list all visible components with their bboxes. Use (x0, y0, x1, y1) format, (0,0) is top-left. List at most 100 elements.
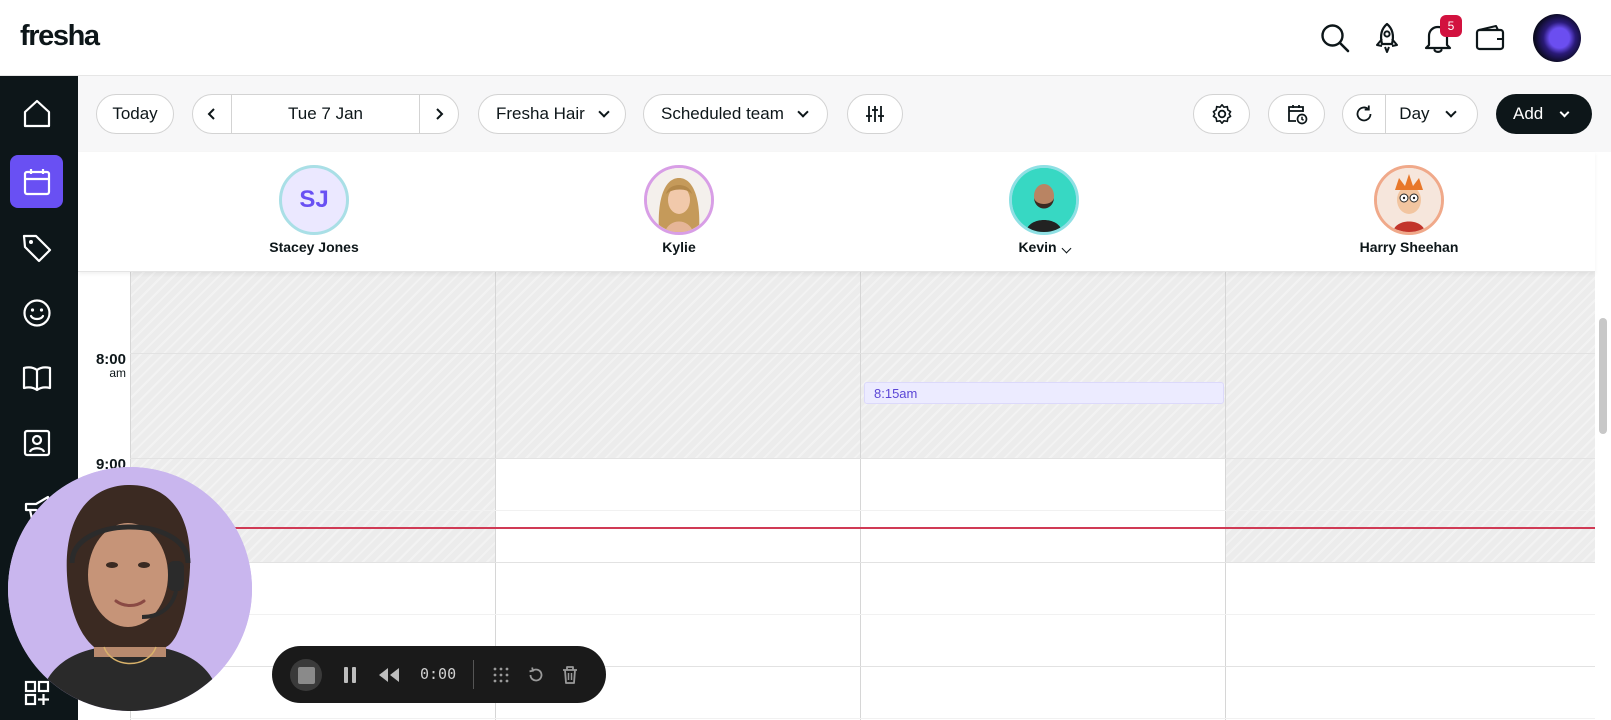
refresh-button[interactable] (1343, 95, 1387, 133)
clients-smile-icon (22, 298, 51, 327)
notification-badge: 5 (1440, 15, 1462, 37)
calendar-icon (23, 168, 50, 195)
current-time-line (130, 527, 1595, 529)
date-navigator: Tue 7 Jan (192, 94, 459, 134)
sliders-icon (866, 106, 884, 122)
staff-column-header[interactable]: Kevin (944, 165, 1144, 255)
pause-button[interactable] (340, 663, 360, 687)
home-icon (23, 99, 50, 127)
view-label: Day (1399, 104, 1430, 123)
chevron-down-icon (797, 106, 809, 118)
app-root: fresha 5 Today Tue 7 Jan Fresha Hair Sch… (0, 0, 1611, 720)
chevron-down-icon[interactable] (1061, 243, 1072, 254)
fresha-logo[interactable]: fresha (20, 20, 100, 53)
team-contact-icon (23, 429, 50, 456)
staff-name: Kevin (944, 239, 1144, 255)
restart-icon (529, 667, 543, 682)
appointment-time: 8:15am (874, 386, 918, 401)
gear-icon (1212, 104, 1231, 124)
team-select[interactable]: Scheduled team (643, 94, 828, 134)
current-date-label: Tue 7 Jan (288, 104, 363, 123)
sidebar-item-sales[interactable] (10, 221, 63, 274)
view-select[interactable]: Day (1386, 95, 1477, 133)
rewind-button[interactable] (376, 663, 402, 687)
staff-header-row: SJ Stacey Jones Kylie Kevin Harry Sheeha… (78, 152, 1595, 272)
calendar-clock-icon (1287, 105, 1307, 125)
avatar (1009, 165, 1079, 235)
settings-button[interactable] (1193, 94, 1250, 134)
staff-column[interactable] (860, 272, 1225, 720)
refresh-icon (1356, 105, 1372, 122)
staff-name: Harry Sheehan (1359, 239, 1459, 255)
top-bar: fresha 5 (0, 0, 1611, 76)
sidebar-item-team[interactable] (10, 416, 63, 469)
webcam-overlay[interactable] (8, 467, 252, 711)
drag-handle[interactable] (490, 663, 512, 687)
add-label: Add (1513, 104, 1544, 123)
team-label: Scheduled team (661, 104, 784, 123)
sidebar-item-catalog[interactable] (10, 351, 63, 404)
trash-icon (563, 666, 577, 684)
closed-hours (496, 272, 860, 459)
rewind-icon (379, 668, 399, 682)
half-hour-line (130, 718, 1595, 719)
delete-recording-button[interactable] (559, 663, 581, 687)
recording-timer: 0:00 (420, 665, 457, 683)
add-button[interactable]: Add (1496, 94, 1592, 134)
scrollbar-thumb[interactable] (1599, 318, 1607, 434)
location-select[interactable]: Fresha Hair (478, 94, 626, 134)
chevron-left-icon (207, 108, 215, 120)
location-label: Fresha Hair (496, 104, 585, 123)
staff-column-header[interactable]: Kylie (579, 165, 779, 255)
next-day-button[interactable] (420, 95, 458, 133)
chevron-down-icon (1444, 106, 1457, 118)
avatar (1374, 165, 1444, 235)
waitlist-button[interactable] (1268, 94, 1325, 134)
rocket-icon[interactable] (1367, 18, 1407, 58)
closed-hours (861, 272, 1225, 459)
staff-column-header[interactable]: Harry Sheehan (1309, 165, 1509, 255)
user-avatar[interactable] (1533, 14, 1581, 62)
hour-line (130, 353, 1595, 354)
avatar: SJ (279, 165, 349, 235)
stop-icon (297, 666, 315, 684)
today-label: Today (112, 104, 158, 123)
staff-column[interactable] (1225, 272, 1595, 720)
view-controls: Day (1342, 94, 1478, 134)
half-hour-line (130, 510, 1595, 511)
staff-name: Kylie (662, 239, 696, 255)
stop-recording-button[interactable] (290, 659, 322, 691)
search-icon[interactable] (1315, 18, 1355, 58)
restart-button[interactable] (525, 663, 547, 687)
staff-column-header[interactable]: SJ Stacey Jones (214, 165, 414, 255)
sidebar-item-home[interactable] (10, 86, 63, 139)
chevron-down-icon (1559, 107, 1570, 117)
staff-name: Stacey Jones (269, 239, 359, 255)
avatar-initials: SJ (299, 186, 329, 213)
calendar-toolbar: Today Tue 7 Jan Fresha Hair Scheduled te… (78, 76, 1611, 152)
catalog-book-icon (22, 365, 51, 391)
closed-hours (1226, 272, 1595, 563)
drag-dots-icon (493, 667, 509, 683)
avatar (644, 165, 714, 235)
divider (473, 660, 474, 689)
wallet-icon[interactable] (1470, 18, 1510, 58)
filters-button[interactable] (847, 94, 903, 134)
screen-recorder-bar: 0:00 (272, 646, 606, 703)
appointment-block[interactable]: 8:15am (864, 382, 1224, 404)
time-label: 8:00 am (82, 351, 126, 380)
pause-icon (344, 667, 356, 683)
sales-tag-icon (22, 234, 51, 262)
hour-line (130, 458, 1595, 459)
hour-line (130, 562, 1595, 563)
time-ampm: am (109, 366, 126, 380)
chevron-right-icon (436, 108, 444, 120)
half-hour-line (130, 614, 1595, 615)
sidebar-item-clients[interactable] (10, 286, 63, 339)
previous-day-button[interactable] (193, 95, 232, 133)
apps-grid-icon (24, 680, 49, 705)
date-picker-button[interactable]: Tue 7 Jan (232, 95, 420, 133)
today-button[interactable]: Today (96, 94, 174, 134)
sidebar-item-calendar[interactable] (10, 155, 63, 208)
chevron-down-icon (598, 106, 610, 118)
